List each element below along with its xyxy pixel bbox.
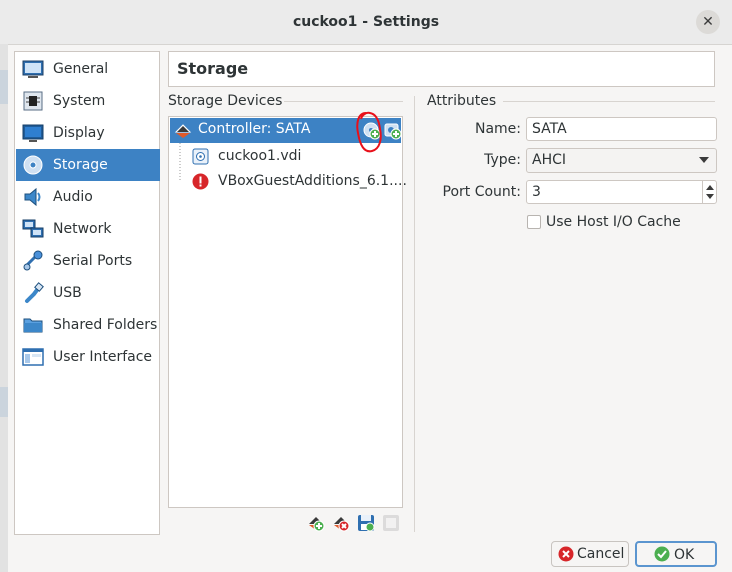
port-count-label: Port Count:: [442, 184, 522, 200]
spin-down-icon[interactable]: [706, 194, 714, 199]
port-count-value: 3: [532, 184, 541, 200]
sidebar-item-general[interactable]: General: [16, 53, 160, 85]
shared-folders-icon: [23, 318, 43, 333]
sidebar-item-label: Audio: [53, 189, 93, 205]
close-icon: ✕: [702, 14, 714, 30]
spin-buttons[interactable]: [702, 181, 717, 203]
sidebar-item-serial-ports[interactable]: Serial Ports: [16, 245, 160, 277]
storage-devices-label: Storage Devices: [168, 93, 283, 109]
cancel-label: Cancel: [577, 546, 625, 562]
general-icon: [22, 60, 44, 78]
sidebar-item-label: Network: [53, 221, 112, 237]
add-hard-disk-button[interactable]: [384, 122, 402, 140]
divider: [284, 101, 403, 102]
sidebar-item-usb[interactable]: USB: [16, 277, 160, 309]
name-label: Name:: [474, 121, 521, 137]
ok-label: OK: [674, 547, 695, 563]
remove-attachment-icon: [383, 515, 399, 531]
user-interface-icon: [22, 348, 44, 366]
page-title: Storage: [177, 59, 249, 78]
sidebar-item-display[interactable]: Display: [16, 117, 160, 149]
sidebar-item-user-interface[interactable]: User Interface: [16, 341, 160, 373]
sidebar-item-audio[interactable]: Audio: [16, 181, 160, 213]
tree-item-guest-additions[interactable]: VBoxGuestAdditions_6.1....: [191, 171, 407, 193]
remove-controller-button[interactable]: [332, 514, 350, 532]
display-icon: [22, 124, 44, 142]
window-title: cuckoo1 - Settings: [292, 14, 440, 30]
add-hard-disk-icon: [384, 123, 402, 140]
sidebar-item-label: Shared Folders: [53, 317, 158, 333]
type-select-value: AHCI: [532, 152, 567, 168]
system-icon: [23, 91, 43, 111]
add-controller-icon: [309, 517, 325, 532]
tree-item-label: VBoxGuestAdditions_6.1....: [218, 173, 407, 189]
sidebar-item-system[interactable]: System: [16, 85, 160, 117]
cancel-icon: [558, 546, 574, 562]
panel-divider: [414, 96, 415, 532]
controller-icon: [174, 124, 192, 138]
sidebar-item-shared-folders[interactable]: Shared Folders: [16, 309, 160, 341]
sidebar-item-network[interactable]: Network: [16, 213, 160, 245]
add-attachment-button[interactable]: [357, 514, 375, 532]
add-controller-button[interactable]: [307, 514, 325, 532]
serial-ports-icon: [23, 250, 43, 271]
page-title-box: Storage: [168, 51, 715, 87]
background-window-edge: [0, 44, 8, 572]
usb-icon: [25, 282, 44, 303]
annotation-circle: [356, 111, 382, 153]
hard-disk-icon: [192, 148, 209, 165]
close-button[interactable]: ✕: [696, 10, 720, 34]
sidebar-item-label: USB: [53, 285, 82, 301]
port-count-spinbox[interactable]: 3: [526, 180, 717, 204]
tree-item-label: cuckoo1.vdi: [218, 148, 302, 164]
ok-button[interactable]: OK: [635, 541, 717, 567]
type-select[interactable]: AHCI: [526, 148, 717, 173]
remove-controller-icon: [334, 517, 350, 532]
host-io-cache-label: Use Host I/O Cache: [546, 214, 681, 230]
cancel-button[interactable]: Cancel: [551, 541, 629, 567]
remove-attachment-button[interactable]: [382, 514, 400, 532]
audio-icon: [24, 187, 41, 207]
sidebar-item-label: System: [53, 93, 106, 109]
host-io-cache-checkbox[interactable]: [527, 215, 541, 229]
check-icon: [654, 546, 670, 562]
controller-label: Controller: SATA: [198, 121, 311, 137]
storage-icon: [23, 155, 43, 175]
name-field[interactable]: SATA: [526, 117, 717, 141]
settings-sidebar: General System Display Storage Audio Net…: [14, 51, 160, 535]
spin-up-icon[interactable]: [706, 185, 714, 190]
floppy-add-icon: [358, 515, 375, 532]
attributes-label: Attributes: [427, 93, 497, 109]
type-label: Type:: [484, 152, 521, 168]
sidebar-item-label: User Interface: [53, 349, 153, 365]
sidebar-item-label: Display: [53, 125, 105, 141]
sidebar-item-storage[interactable]: Storage: [16, 149, 160, 181]
sidebar-item-label: General: [53, 61, 109, 77]
sidebar-item-label: Storage: [53, 157, 108, 173]
network-icon: [22, 219, 44, 238]
chevron-down-icon: [699, 157, 709, 163]
storage-tree[interactable]: Controller: SATA cuckoo1.vdi VBoxGuestAd…: [168, 116, 407, 508]
divider: [503, 101, 715, 102]
error-icon: [192, 173, 209, 190]
sidebar-item-label: Serial Ports: [53, 253, 133, 269]
